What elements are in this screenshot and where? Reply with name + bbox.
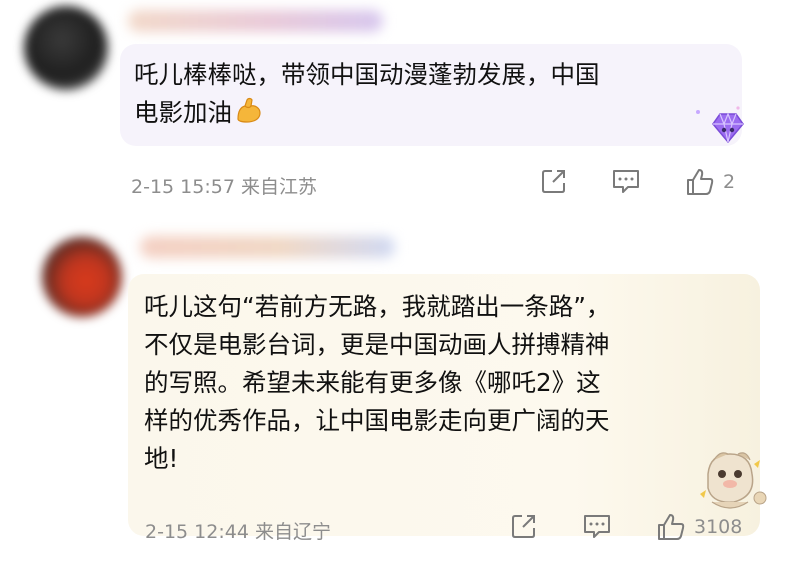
comment-item: 吒儿棒棒哒，带领中国动漫蓬勃发展，中国 电影加油 2-15 15:57 来自江苏… [0,0,791,210]
cartoon-sticker-icon [690,444,770,518]
share-icon [540,167,568,195]
location: 来自辽宁 [254,521,331,543]
comment-bubble[interactable]: 吒儿这句“若前方无路，我就踏出一条路”， 不仅是电影台词，更是中国动画人拼搏精神… [128,274,760,536]
comment-text: 吒儿这句“若前方无路，我就踏出一条路”， 不仅是电影台词，更是中国动画人拼搏精神… [144,292,611,473]
comment-actions: 3108 [510,512,780,542]
share-button[interactable] [510,512,538,540]
like-button[interactable]: 3108 [656,512,742,542]
comment-text: 吒儿棒棒哒，带领中国动漫蓬勃发展，中国 电影加油 [134,56,724,136]
reply-button[interactable] [611,167,641,195]
timestamp: 2-15 15:57 [131,176,235,198]
timestamp: 2-15 12:44 [145,521,249,543]
comment-meta: 2-15 15:57 来自江苏 [131,172,317,199]
reply-button[interactable] [582,512,612,540]
diamond-badge-icon [680,100,750,150]
comment-item: 吒儿这句“若前方无路，我就踏出一条路”， 不仅是电影台词，更是中国动画人拼搏精神… [0,222,791,573]
thumbs-up-icon [656,512,686,542]
comment-text-content: 吒儿棒棒哒，带领中国动漫蓬勃发展，中国 电影加油 [134,60,600,127]
avatar[interactable] [42,237,122,317]
share-icon [510,512,538,540]
username-blurred[interactable] [128,10,383,32]
comment-icon [582,512,612,540]
comment-bubble[interactable]: 吒儿棒棒哒，带领中国动漫蓬勃发展，中国 电影加油 [120,44,742,146]
comment-meta: 2-15 12:44 来自辽宁 [145,517,331,544]
like-button[interactable]: 2 [685,167,735,197]
comment-icon [611,167,641,195]
share-button[interactable] [540,167,568,195]
avatar[interactable] [24,6,108,90]
location: 来自江苏 [240,176,317,198]
flexed-biceps-emoji-icon [234,95,264,136]
thumbs-up-icon [685,167,715,197]
like-count: 2 [723,171,736,193]
like-count: 3108 [694,516,743,538]
username-blurred[interactable] [140,236,395,258]
comment-actions: 2 [540,167,770,197]
